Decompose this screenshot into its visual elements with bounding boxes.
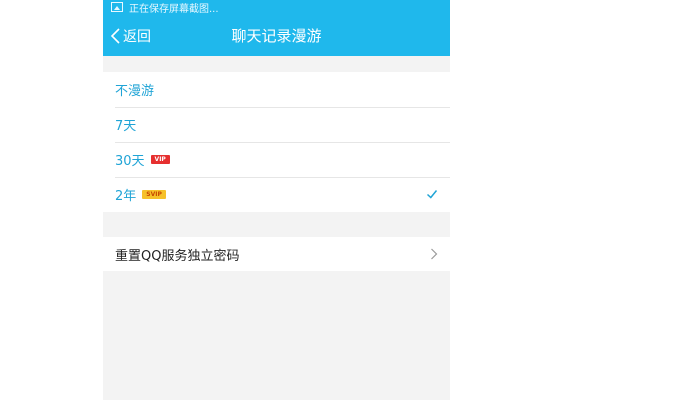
reset-password-item[interactable]: 重置QQ服务独立密码 (103, 237, 450, 271)
title-bar: 正在保存屏幕截图... 返回 聊天记录漫游 (103, 0, 450, 56)
phone-screen: 正在保存屏幕截图... 返回 聊天记录漫游 不漫游 7天 30天 VIP 2年 … (103, 0, 450, 400)
option-label: 30天 (115, 154, 145, 169)
reset-password-label: 重置QQ服务独立密码 (115, 248, 240, 264)
chevron-right-icon (431, 248, 438, 260)
image-icon (111, 2, 123, 12)
option-label: 不漫游 (115, 84, 155, 99)
option-7-days[interactable]: 7天 (103, 107, 450, 142)
option-label: 2年 (115, 189, 137, 204)
option-2-years[interactable]: 2年 SVIP (103, 177, 450, 212)
option-label: 7天 (115, 119, 137, 134)
status-bar: 正在保存屏幕截图... (111, 0, 219, 15)
page-title: 聊天记录漫游 (231, 27, 322, 45)
checkmark-icon (426, 190, 438, 199)
svip-badge: SVIP (142, 190, 166, 199)
option-30-days[interactable]: 30天 VIP (103, 142, 450, 177)
status-text: 正在保存屏幕截图... (129, 3, 219, 15)
option-no-roaming[interactable]: 不漫游 (103, 72, 450, 107)
roaming-options-list: 不漫游 7天 30天 VIP 2年 SVIP (103, 72, 450, 212)
vip-badge: VIP (150, 155, 170, 164)
